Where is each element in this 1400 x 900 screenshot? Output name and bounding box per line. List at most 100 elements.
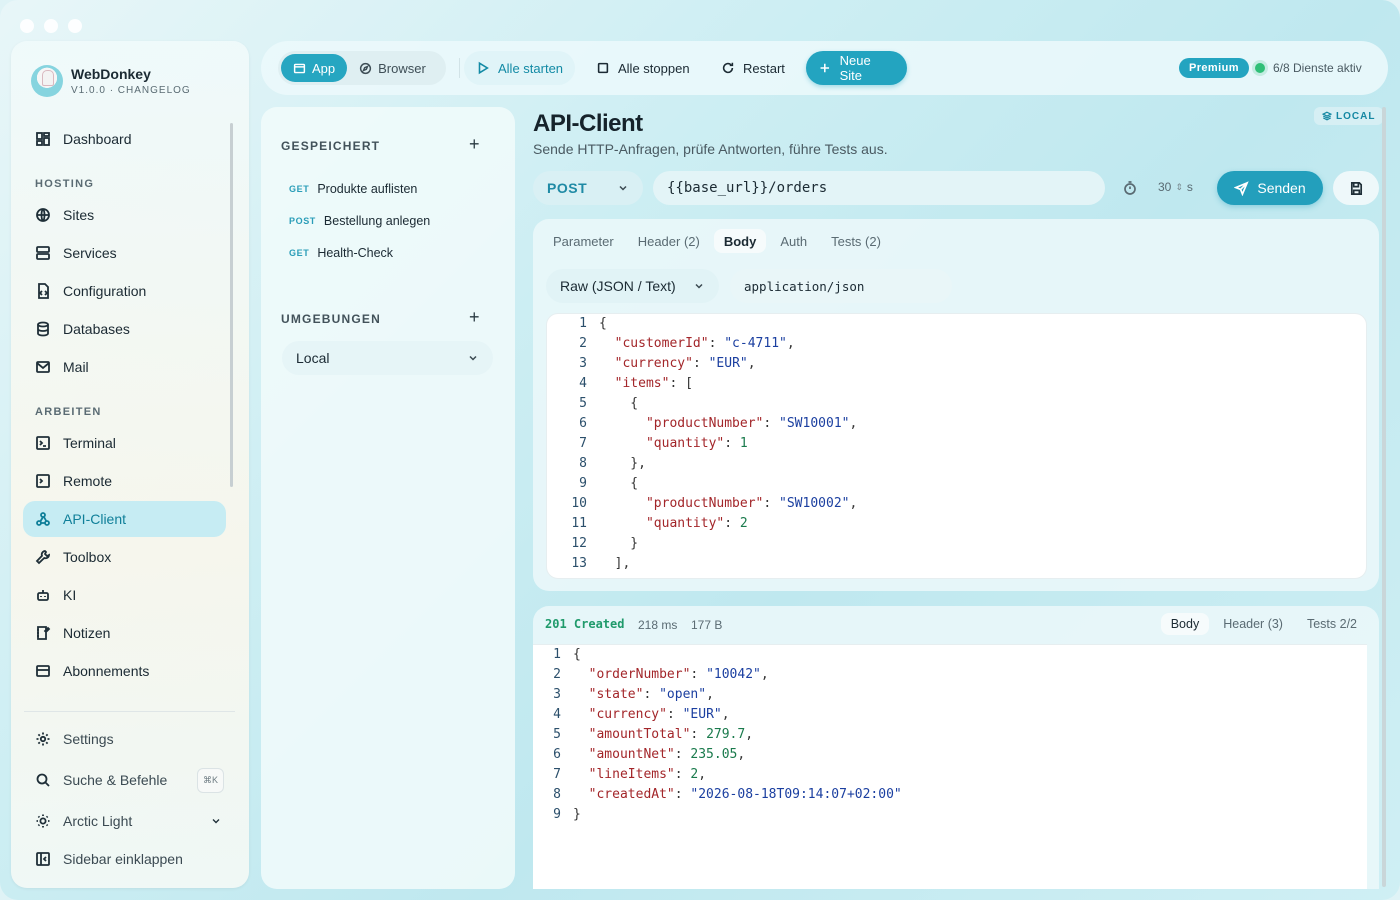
save-icon: [1350, 181, 1362, 195]
sidebar-item-terminal[interactable]: Terminal: [23, 425, 226, 461]
sidebar-item-abonnements[interactable]: Abonnements: [23, 653, 226, 689]
start-all-button[interactable]: Alle starten: [464, 51, 576, 85]
code-line: 8 },: [547, 454, 1366, 474]
sidebar-item-settings[interactable]: Settings: [23, 721, 226, 757]
restart-button[interactable]: Restart: [709, 51, 797, 85]
tab-auth[interactable]: Auth: [770, 229, 817, 253]
main-scrollbar[interactable]: [1382, 107, 1386, 887]
line-number: 5: [579, 396, 587, 411]
new-site-button[interactable]: Neue Site: [806, 51, 907, 85]
remote-terminal-icon: [36, 474, 50, 488]
request-body-editor[interactable]: 1{ 2 "customerId": "c-4711", 3 "currency…: [546, 313, 1367, 579]
url-input[interactable]: {{base_url}}/orders: [653, 171, 1105, 205]
sidebar-item-toolbox[interactable]: Toolbox: [23, 539, 226, 575]
close-window-button[interactable]: [20, 19, 34, 33]
response-tab-body[interactable]: Body: [1160, 613, 1210, 635]
add-environment-button[interactable]: +: [469, 307, 480, 328]
sidebar-item-configuration[interactable]: Configuration: [23, 273, 226, 309]
terminal-icon: [36, 436, 50, 450]
code-line: 11 "quantity": 2: [547, 514, 1366, 534]
tab-tests[interactable]: Tests (2): [821, 229, 891, 253]
sidebar-item-label: KI: [63, 587, 77, 603]
line-number: 1: [579, 316, 587, 331]
request-name: Produkte auflisten: [317, 182, 418, 196]
sidebar-item-collapse[interactable]: Sidebar einklappen: [23, 841, 226, 877]
new-site-label: Neue Site: [839, 53, 871, 83]
line-number: 2: [553, 667, 561, 682]
sidebar-item-services[interactable]: Services: [23, 235, 226, 271]
layers-icon: [1322, 111, 1332, 121]
body-type-select[interactable]: Raw (JSON / Text): [546, 269, 719, 303]
code-line: 2 "orderNumber": "10042",: [533, 665, 1367, 685]
code-line: 7 "quantity": 1: [547, 434, 1366, 454]
sidebar-item-search[interactable]: Suche & Befehle ⌘K: [23, 762, 226, 798]
environments-header: UMGEBUNGEN: [281, 312, 382, 326]
app-window: WebDonkey V1.0.0 · CHANGELOG Dashboard H…: [0, 0, 1400, 900]
send-button[interactable]: Senden: [1217, 171, 1323, 205]
sidebar-item-databases[interactable]: Databases: [23, 311, 226, 347]
section-label-arbeiten: ARBEITEN: [35, 406, 102, 418]
response-card: 201 Created 218 ms 177 B Body Header (3)…: [533, 606, 1379, 889]
plus-icon: [820, 63, 830, 73]
view-mode-app[interactable]: App: [281, 54, 348, 82]
code-line: 10 "productNumber": "SW10002",: [547, 494, 1366, 514]
database-icon: [37, 321, 49, 337]
timeout-input[interactable]: 30 ⇕ s: [1158, 180, 1193, 194]
saved-request-item[interactable]: GET Produkte auflisten: [289, 182, 417, 196]
services-status-text: 6/8 Dienste aktiv: [1273, 61, 1362, 75]
tab-parameter[interactable]: Parameter: [543, 229, 624, 253]
start-all-label: Alle starten: [498, 60, 564, 76]
sidebar-item-api-client[interactable]: API-Client: [23, 501, 226, 537]
save-request-button[interactable]: [1333, 171, 1379, 205]
line-number: 6: [553, 747, 561, 762]
content-type-input[interactable]: application/json: [730, 269, 952, 303]
response-tab-tests[interactable]: Tests 2/2: [1297, 613, 1367, 635]
app-window-icon: [293, 63, 306, 73]
sidebar-item-sites[interactable]: Sites: [23, 197, 226, 233]
saved-request-item[interactable]: GET Health-Check: [289, 246, 393, 260]
view-mode-browser-label: Browser: [378, 60, 426, 76]
compass-icon: [360, 62, 372, 74]
sidebar-item-theme[interactable]: Arctic Light: [23, 803, 226, 839]
stop-all-button[interactable]: Alle stoppen: [584, 51, 702, 85]
sidebar-item-ki[interactable]: KI: [23, 577, 226, 613]
shortcut-badge: ⌘K: [196, 767, 224, 793]
response-tab-header[interactable]: Header (3): [1213, 613, 1293, 635]
view-mode-browser[interactable]: Browser: [347, 54, 438, 82]
sidebar-scrollbar[interactable]: [230, 123, 233, 487]
section-label-hosting: HOSTING: [35, 178, 95, 190]
method-select[interactable]: POST: [533, 171, 643, 205]
brand[interactable]: WebDonkey V1.0.0 · CHANGELOG: [31, 65, 191, 97]
file-code-icon: [38, 283, 49, 299]
saved-request-item[interactable]: POST Bestellung anlegen: [289, 214, 430, 228]
timeout-stepper-icon[interactable]: ⇕: [1175, 182, 1183, 193]
request-method: GET: [289, 248, 310, 258]
zoom-window-button[interactable]: [68, 19, 82, 33]
add-request-button[interactable]: +: [469, 134, 480, 155]
sidebar-item-dashboard[interactable]: Dashboard: [23, 121, 226, 157]
sidebar-item-mail[interactable]: Mail: [23, 349, 226, 385]
chevron-down-icon: [469, 355, 477, 361]
sidebar-item-remote[interactable]: Remote: [23, 463, 226, 499]
premium-badge[interactable]: Premium: [1179, 58, 1249, 78]
environment-select[interactable]: Local: [282, 341, 493, 375]
brand-version[interactable]: V1.0.0 · CHANGELOG: [71, 85, 191, 96]
sidebar-item-label: Settings: [63, 731, 114, 747]
line-number: 12: [571, 536, 587, 551]
sidebar-item-label: Dashboard: [63, 131, 132, 147]
sidebar-item-notizen[interactable]: Notizen: [23, 615, 226, 651]
minimize-window-button[interactable]: [44, 19, 58, 33]
code-line: 6 "amountNet": 235.05,: [533, 745, 1367, 765]
services-status[interactable]: 6/8 Dienste aktiv: [1255, 58, 1362, 78]
tab-body[interactable]: Body: [713, 229, 767, 253]
response-body-viewer[interactable]: 1{ 2 "orderNumber": "10042", 3 "state": …: [533, 644, 1367, 889]
stop-icon: [597, 62, 609, 74]
saved-requests-panel: GESPEICHERT + GET Produkte auflisten POS…: [261, 107, 515, 889]
sidebar-item-label: Suche & Befehle: [63, 772, 168, 788]
saved-header: GESPEICHERT: [281, 139, 381, 153]
sidebar-item-label: Notizen: [63, 625, 111, 641]
sidebar-item-label: Terminal: [63, 435, 116, 451]
tab-header[interactable]: Header (2): [628, 229, 710, 253]
request-tabs: Parameter Header (2) Body Auth Tests (2): [543, 229, 891, 253]
toolbar-separator: [459, 58, 460, 78]
